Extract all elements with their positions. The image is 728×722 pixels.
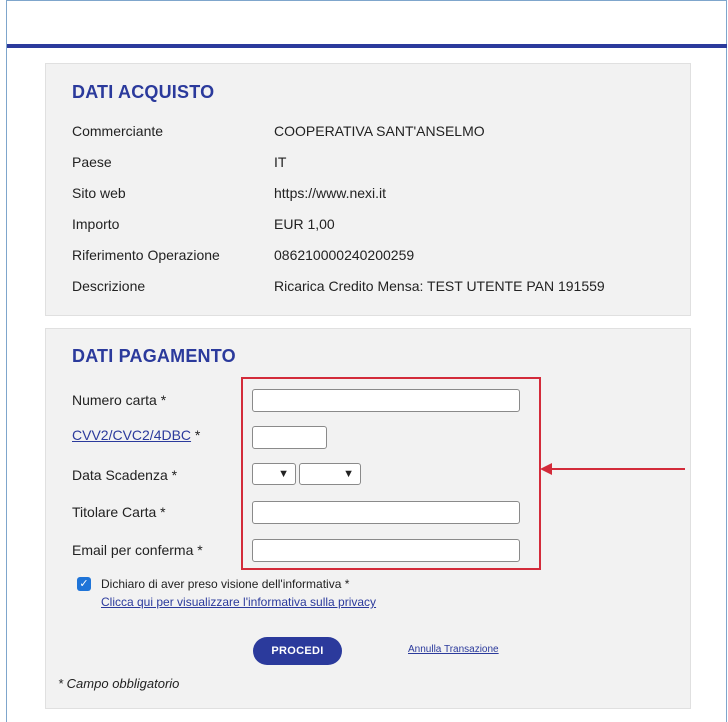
operation-reference-label: Riferimento Operazione: [72, 247, 220, 263]
consent-text: Dichiaro di aver preso visione dell'info…: [101, 577, 350, 591]
email-label: Email per conferma *: [72, 542, 203, 558]
country-value: IT: [274, 154, 287, 170]
merchant-value: COOPERATIVA SANT'ANSELMO: [274, 123, 485, 139]
description-value: Ricarica Credito Mensa: TEST UTENTE PAN …: [274, 278, 605, 294]
expiry-label: Data Scadenza *: [72, 467, 178, 483]
header-bar: [7, 44, 727, 48]
website-value: https://www.nexi.it: [274, 185, 387, 201]
annotation-arrow-line: [543, 468, 685, 470]
description-label: Descrizione: [72, 278, 146, 294]
cvv-label: CVV2/CVC2/4DBC *: [72, 425, 200, 445]
proceed-button[interactable]: PROCEDI: [253, 637, 342, 665]
cancel-transaction-link[interactable]: Annulla Transazione: [408, 644, 499, 655]
annotation-highlight-box: [241, 377, 541, 570]
cvv-required-mark: *: [191, 427, 201, 443]
consent-checkbox[interactable]: ✓: [77, 577, 91, 591]
operation-reference-value: 086210000240200259: [274, 247, 415, 263]
payment-section-title: DATI PAGAMENTO: [72, 346, 236, 366]
purchase-section-title: DATI ACQUISTO: [72, 82, 215, 102]
cvv-help-link[interactable]: CVV2/CVC2/4DBC: [72, 427, 191, 443]
payment-details-panel: DATI PAGAMENTO Numero carta * CVV2/CVC2/…: [45, 328, 691, 709]
amount-label: Importo: [72, 216, 120, 232]
country-label: Paese: [72, 154, 112, 170]
required-field-note: * Campo obbligatorio: [58, 676, 180, 691]
merchant-label: Commerciante: [72, 123, 164, 139]
card-number-label: Numero carta *: [72, 392, 167, 408]
amount-value: EUR 1,00: [274, 216, 335, 232]
checkmark-icon: ✓: [79, 578, 89, 590]
website-label: Sito web: [72, 185, 126, 201]
card-holder-label: Titolare Carta *: [72, 504, 166, 520]
purchase-details-panel: DATI ACQUISTO Commerciante COOPERATIVA S…: [45, 63, 691, 316]
privacy-policy-link[interactable]: Clicca qui per visualizzare l'informativ…: [101, 595, 376, 609]
